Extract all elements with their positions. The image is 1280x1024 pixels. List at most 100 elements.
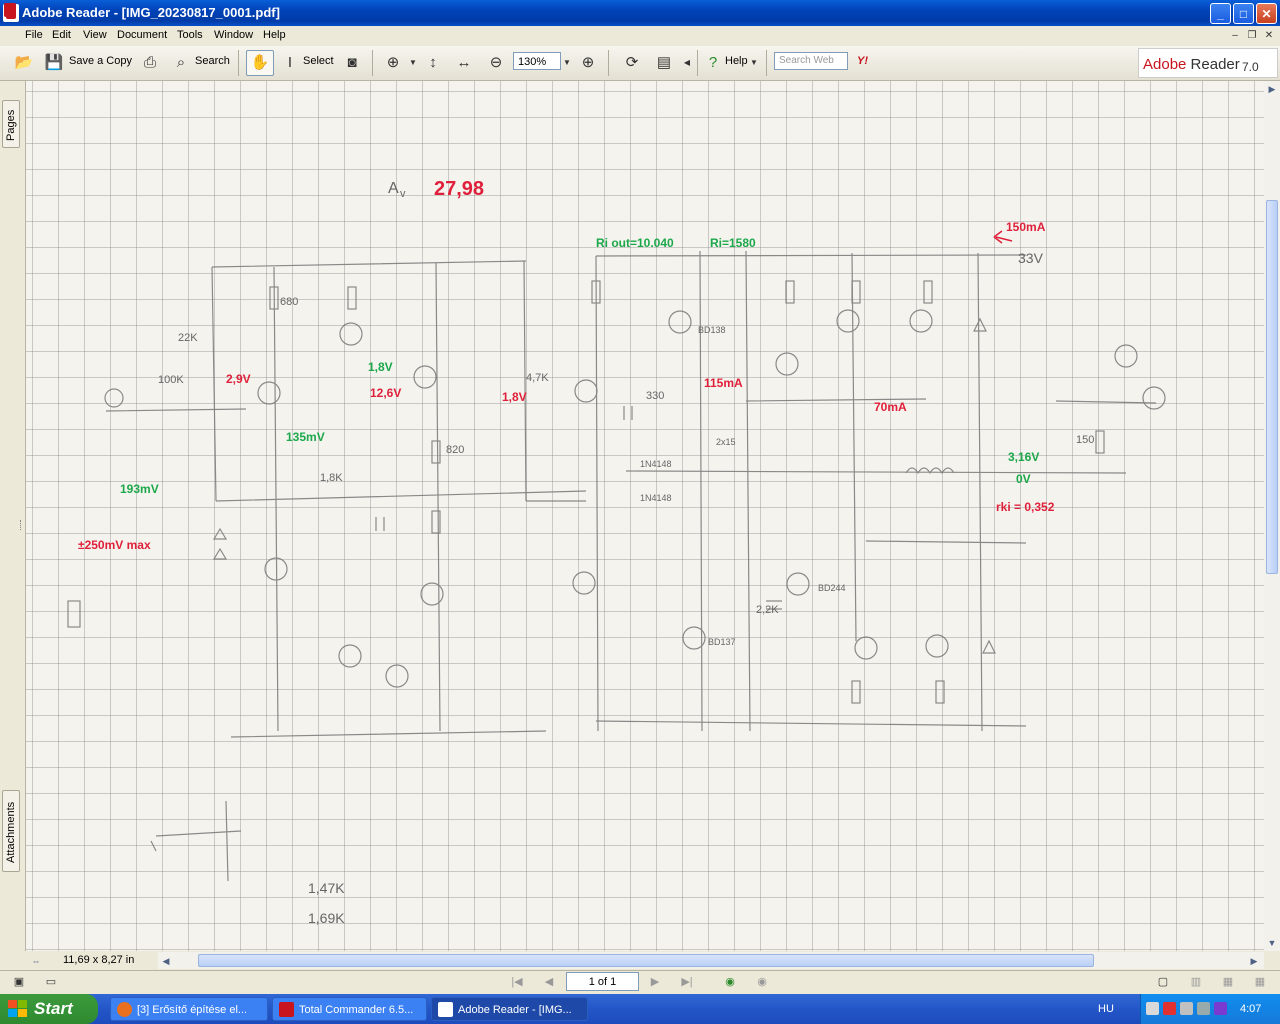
language-indicator[interactable]: HU	[1098, 1003, 1114, 1015]
open-folder-icon[interactable]: 📂	[14, 53, 34, 73]
resistor-label-4-7k: 4,7K	[526, 372, 549, 384]
fit-width-icon[interactable]: ↔	[454, 53, 474, 73]
voltage-annotation-green-1: 1,8V	[368, 360, 393, 374]
horizontal-scroll-thumb[interactable]	[198, 954, 1094, 967]
yahoo-search-button[interactable]: Y!	[857, 55, 868, 67]
voltage-annotation-green-2: 135mV	[286, 430, 325, 444]
save-copy-button[interactable]: Save a Copy	[69, 55, 132, 67]
document-icon[interactable]	[4, 3, 16, 17]
toolbar-separator	[608, 50, 609, 76]
continuous-layout-icon[interactable]: ▥	[1187, 973, 1205, 991]
search-web-input[interactable]: Search Web	[774, 52, 848, 70]
hand-icon: ✋	[250, 54, 270, 71]
search-button[interactable]: Search	[195, 55, 230, 67]
scroll-left-arrow-icon[interactable]: ◀	[158, 953, 174, 969]
zoom-tool-dropdown-icon[interactable]: ▼	[403, 53, 423, 73]
volume-icon[interactable]	[1180, 1002, 1193, 1015]
doc-minimize-icon[interactable]: –	[1228, 29, 1242, 43]
print-icon[interactable]: ⎙	[140, 53, 160, 73]
next-view-icon[interactable]: ◉	[753, 973, 771, 991]
help-icon[interactable]: ?	[703, 53, 723, 73]
previous-page-icon[interactable]: ◀	[540, 973, 558, 991]
more-tools-arrow-icon[interactable]: ◀	[677, 53, 697, 73]
single-page-layout-icon[interactable]: ▢	[1154, 973, 1172, 991]
page-navigation-bar	[0, 970, 1280, 995]
taskbar-item-browser[interactable]: [3] Erősítő építése el...	[110, 997, 268, 1021]
clock[interactable]: 4:07	[1240, 1003, 1261, 1015]
network-icon[interactable]	[1146, 1002, 1159, 1015]
menu-edit[interactable]: Edit	[49, 28, 74, 42]
transistor-label-bd244: BD244	[818, 583, 846, 593]
menu-document[interactable]: Document	[114, 28, 170, 42]
pages-layout-icon[interactable]: ▤	[654, 53, 674, 73]
gain-value: 27,98	[434, 178, 484, 200]
zoom-in-icon[interactable]: ⊕	[578, 53, 598, 73]
transistor-label-bd138: BD138	[698, 325, 726, 335]
monitor-icon[interactable]	[1197, 1002, 1210, 1015]
scroll-down-arrow-icon[interactable]: ▼	[1264, 935, 1280, 951]
zoom-dropdown-icon[interactable]: ▼	[557, 53, 577, 73]
doc-close-icon[interactable]: ✕	[1262, 29, 1276, 43]
menu-view[interactable]: View	[80, 28, 110, 42]
pages-tab[interactable]: Pages	[2, 100, 20, 148]
voltage-annotation-red-2: 12,6V	[370, 386, 401, 400]
actual-size-icon[interactable]: ↕	[423, 53, 443, 73]
toolbar-separator	[372, 50, 373, 76]
adobe-logo-product: Reader	[1190, 56, 1240, 73]
panel-splitter[interactable]	[20, 520, 25, 530]
continuous-facing-layout-icon[interactable]: ▦	[1251, 973, 1269, 991]
resistor-label-820: 820	[446, 444, 464, 456]
input-amplitude-annotation: ±250mV max	[78, 538, 151, 552]
security-shield-icon[interactable]	[1163, 1002, 1176, 1015]
adobe-logo-text: Adobe Reader	[1143, 56, 1240, 73]
toolbar-separator	[238, 50, 239, 76]
resistor-label-330: 330	[646, 390, 664, 402]
resistor-label-2-2k: 2,2K	[756, 604, 779, 616]
close-button[interactable]: ✕	[1256, 3, 1277, 24]
menu-tools[interactable]: Tools	[174, 28, 206, 42]
adobe-logo-version: 7.0	[1242, 60, 1259, 74]
page-size-label: 11,69 x 8,27 in	[63, 954, 135, 966]
taskbar-item-adobe-reader[interactable]: Adobe Reader - [IMG...	[431, 997, 588, 1021]
menu-help[interactable]: Help	[260, 28, 289, 42]
page-options-icon[interactable]: ▭	[42, 973, 60, 991]
voltage-annotation-red-3: 1,8V	[502, 390, 527, 404]
maximize-button[interactable]: □	[1233, 3, 1254, 24]
page-size-toggle-icon[interactable]: ⇔	[28, 953, 44, 969]
next-page-icon[interactable]: ▶	[646, 973, 664, 991]
document-view[interactable]: A v 22K 680 100K 1,8K 820 330 4,7K 150 2…	[26, 81, 1264, 951]
doc-restore-icon[interactable]: ❐	[1245, 29, 1259, 43]
help-dropdown-icon[interactable]: ▼	[744, 53, 764, 73]
scroll-right-small-arrow-icon[interactable]: ▶	[1246, 953, 1262, 969]
previous-view-icon[interactable]: ◉	[721, 973, 739, 991]
facing-layout-icon[interactable]: ▦	[1219, 973, 1237, 991]
taskbar-item-total-commander[interactable]: Total Commander 6.5...	[272, 997, 427, 1021]
page-number-input[interactable]: 1 of 1	[566, 972, 639, 991]
show-panel-icon[interactable]: ▣	[10, 973, 28, 991]
text-select-icon[interactable]: I	[280, 53, 300, 73]
resistor-label-1-8k: 1,8K	[320, 472, 343, 484]
first-page-icon[interactable]: |◀	[508, 973, 526, 991]
zoom-level-input[interactable]: 130%	[513, 52, 561, 70]
last-page-icon[interactable]: ▶|	[678, 973, 696, 991]
attachments-tab[interactable]: Attachments	[2, 790, 20, 872]
snapshot-camera-icon[interactable]: ◙	[342, 53, 362, 73]
menu-window[interactable]: Window	[211, 28, 256, 42]
rotate-view-icon[interactable]: ⟳	[622, 53, 642, 73]
zoom-out-icon[interactable]: ⊖	[486, 53, 506, 73]
scroll-right-arrow-icon[interactable]: ▶	[1264, 81, 1280, 97]
binoculars-icon[interactable]: ⌕	[171, 53, 191, 73]
minimize-button[interactable]: _	[1210, 3, 1231, 24]
toolbar-separator	[697, 50, 698, 76]
menu-file[interactable]: File	[22, 28, 46, 42]
select-tool-button[interactable]: Select	[303, 55, 334, 67]
supply-voltage-label: 33V	[1018, 250, 1044, 266]
voltage-annotation-red-1: 2,9V	[226, 372, 251, 386]
save-copy-icon[interactable]: 💾	[44, 53, 64, 73]
resistor-label-22k: 22K	[178, 332, 198, 344]
bluetooth-icon[interactable]	[1214, 1002, 1227, 1015]
zoom-in-tool-icon[interactable]: ⊕	[383, 53, 403, 73]
vertical-scroll-thumb[interactable]	[1266, 200, 1278, 574]
resistor-label-150: 150	[1076, 434, 1094, 446]
resistor-label-680: 680	[280, 296, 298, 308]
